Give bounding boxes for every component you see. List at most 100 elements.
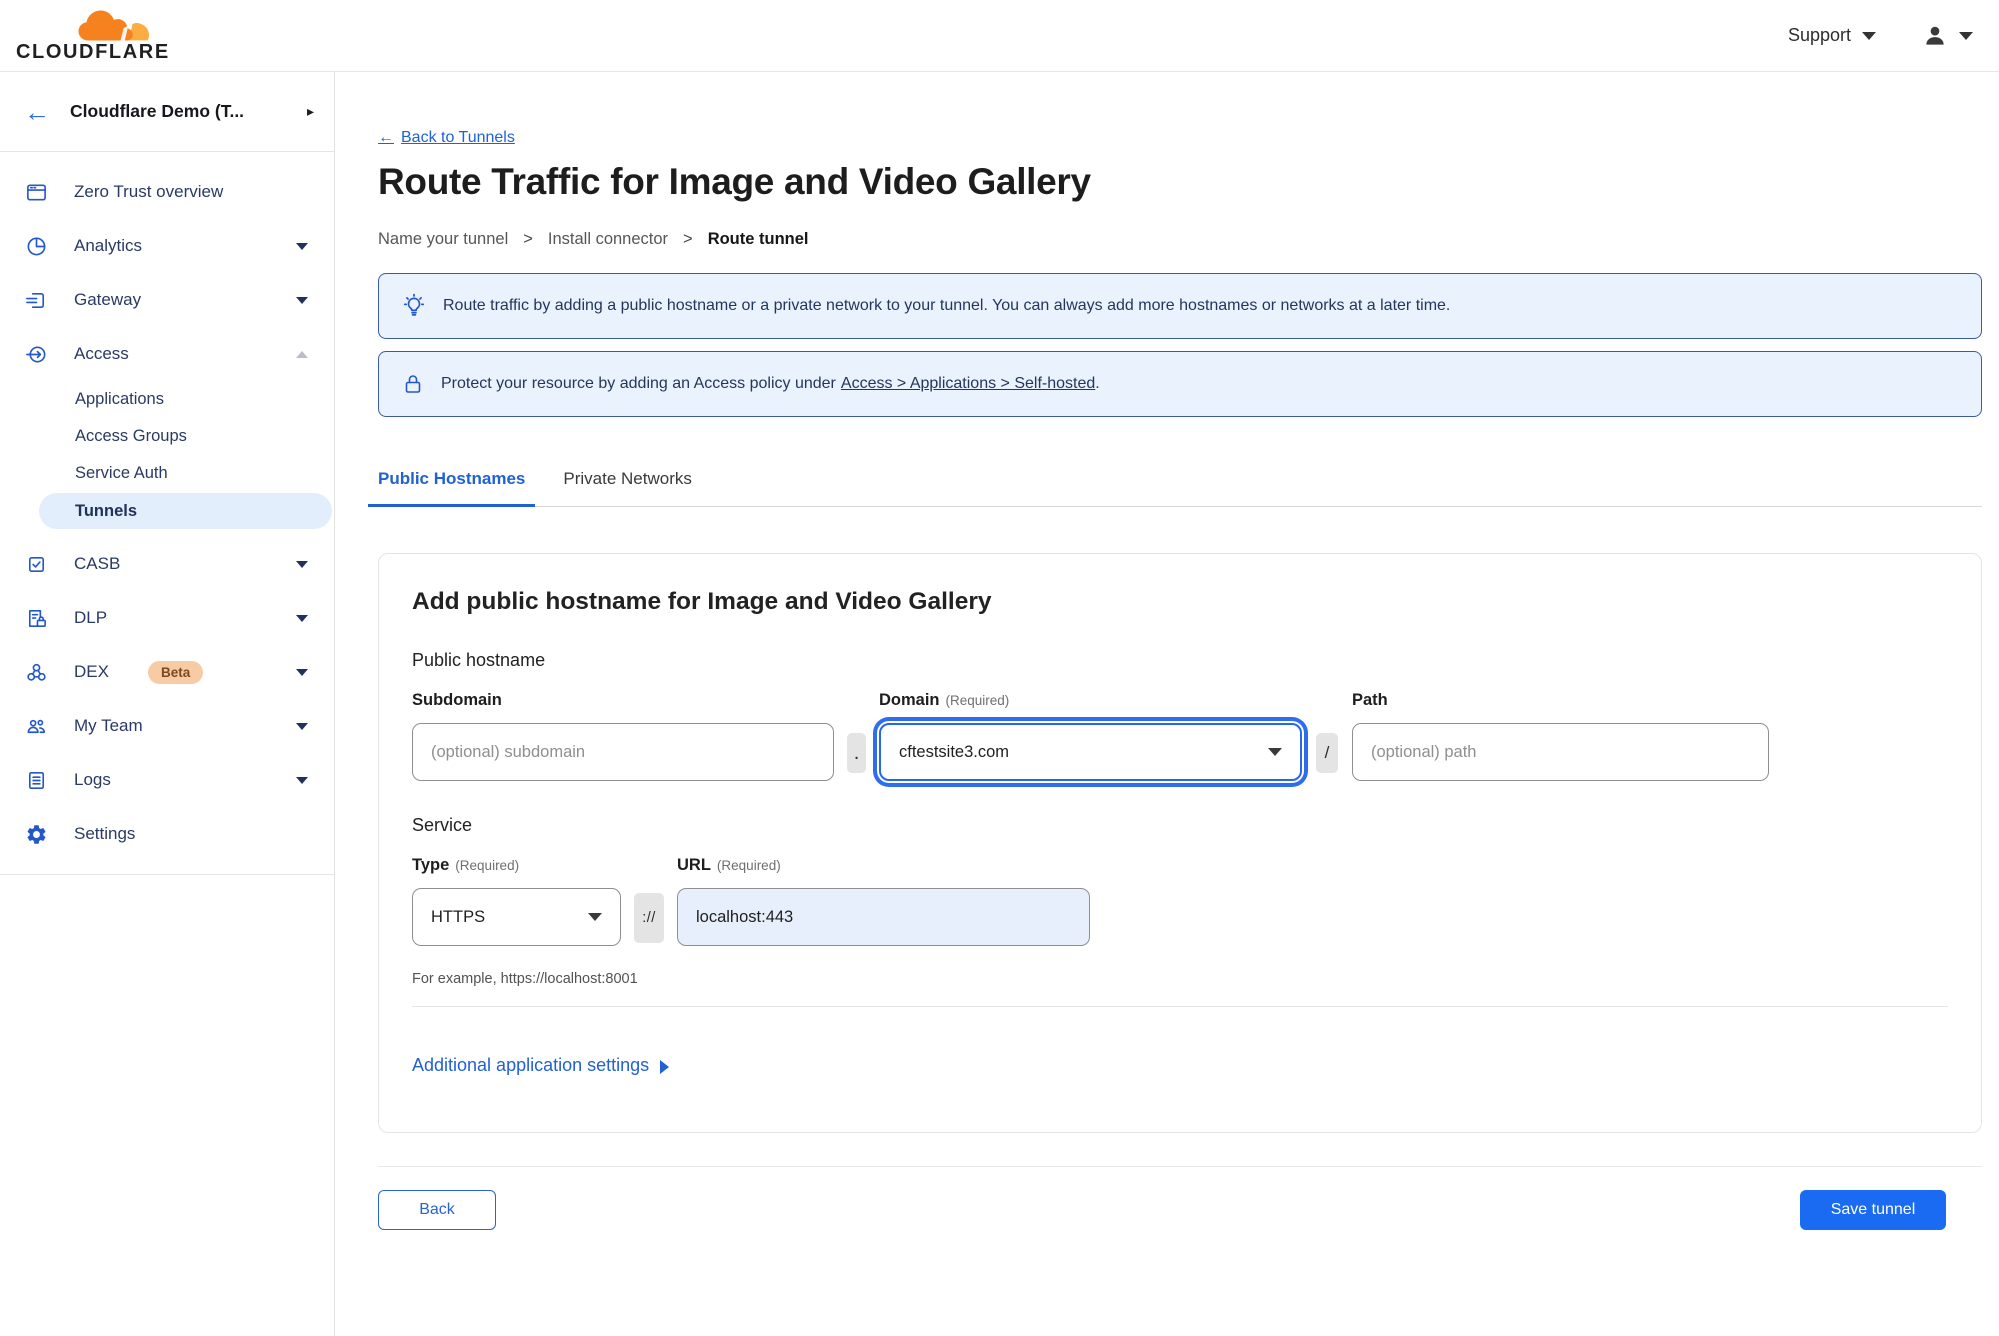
required-hint: (Required) [716,858,781,873]
chevron-down-icon [296,560,308,568]
sidebar-item-zero-trust-overview[interactable]: Zero Trust overview [0,165,334,219]
url-label: URL (Required) [677,856,781,874]
beta-badge: Beta [147,660,204,684]
sidebar: ← Cloudflare Demo (T... ▸ Zero Trust ove… [0,72,335,1336]
sidebar-item-casb[interactable]: CASB [0,537,334,591]
gear-icon [25,823,48,846]
breadcrumb-step-name-tunnel[interactable]: Name your tunnel [378,230,508,249]
team-icon [25,715,48,738]
casb-icon [25,553,48,576]
account-name: Cloudflare Demo (T... [70,101,245,121]
gateway-icon [25,289,48,312]
chevron-down-icon [296,722,308,730]
domain-select[interactable]: cftestsite3.com [879,723,1302,781]
access-policy-banner: Protect your resource by adding an Acces… [378,351,1982,417]
chevron-down-icon [296,614,308,622]
user-menu[interactable] [1922,23,1973,49]
breadcrumb-step-install-connector[interactable]: Install connector [548,230,668,249]
sidebar-divider [0,874,334,875]
sidebar-item-label: Gateway [74,290,142,309]
sidebar-item-service-auth[interactable]: Service Auth [0,455,334,492]
chevron-down-icon [588,913,602,921]
sidebar-item-my-team[interactable]: My Team [0,699,334,753]
path-label: Path [1352,691,1388,709]
access-applications-link[interactable]: Access > Applications > Self-hosted [841,375,1095,392]
subdomain-label: Subdomain [412,691,502,709]
sidebar-item-label: Access Groups [75,427,187,445]
service-section-label: Service [412,815,473,835]
footer-actions: Back Save tunnel [378,1190,1982,1230]
sidebar-item-applications[interactable]: Applications [0,381,334,418]
path-field-group: Path [1352,691,1769,781]
chevron-down-icon [1959,31,1973,40]
sidebar-item-tunnels[interactable]: Tunnels [39,493,332,529]
sidebar-item-access[interactable]: Access [0,327,334,381]
save-tunnel-button[interactable]: Save tunnel [1800,1190,1946,1230]
sidebar-item-label: DLP [74,608,108,627]
sidebar-item-label: Access [74,344,129,363]
service-row: Type (Required) HTTPS :// URL (Required) [412,856,1948,946]
chevron-down-icon [1268,748,1282,756]
breadcrumb-separator: > [523,230,533,248]
tab-public-hostnames[interactable]: Public Hostnames [368,469,536,507]
subdomain-input[interactable] [412,723,834,781]
chevron-up-icon [296,350,308,358]
logs-icon [25,769,48,792]
sidebar-item-logs[interactable]: Logs [0,753,334,807]
service-url-input[interactable] [677,888,1090,946]
breadcrumb-separator: > [683,230,693,248]
hostname-row: Subdomain . Domain(Required) cftestsite3… [412,691,1948,781]
chevron-down-icon [296,242,308,250]
footer-divider [378,1166,1982,1167]
path-input[interactable] [1352,723,1769,781]
back-arrow-icon[interactable]: ← [24,99,50,125]
dlp-icon [25,607,48,630]
chevron-down-icon [296,668,308,676]
sidebar-item-label: Zero Trust overview [74,182,224,201]
back-to-tunnels-link[interactable]: ← Back to Tunnels [378,129,515,147]
cloudflare-logo[interactable]: CLOUDFLARE [0,7,170,64]
scheme-separator: :// [634,893,664,943]
chevron-down-icon [296,296,308,304]
tip-banner-text: Route traffic by adding a public hostnam… [443,297,1451,314]
service-type-select[interactable]: HTTPS [412,888,621,946]
tab-private-networks[interactable]: Private Networks [553,469,701,506]
account-switcher: ← Cloudflare Demo (T... ▸ [0,72,334,152]
chevron-right-icon[interactable]: ▸ [307,103,314,120]
support-label: Support [1787,25,1851,45]
subdomain-field-group: Subdomain [412,691,834,781]
back-button[interactable]: Back [378,1190,496,1230]
required-hint: (Required) [455,858,520,873]
sidebar-nav: Zero Trust overview Analytics Gateway Ac… [0,152,334,875]
chevron-down-icon [296,776,308,784]
sidebar-item-dex[interactable]: DEX Beta [0,645,334,699]
additional-settings-toggle[interactable]: Additional application settings [412,1055,670,1076]
service-type-value: HTTPS [431,907,486,926]
sidebar-item-settings[interactable]: Settings [0,807,334,861]
access-sub-menu: Applications Access Groups Service Auth … [0,381,334,529]
dot-separator: . [847,733,866,773]
sidebar-item-label: Logs [74,770,111,789]
sidebar-item-label: Settings [74,824,136,843]
type-field-group: Type (Required) HTTPS [412,856,621,946]
public-hostname-section-label: Public hostname [412,650,546,670]
main-content: ← Back to Tunnels Route Traffic for Imag… [335,72,1999,1336]
url-example-hint: For example, https://localhost:8001 [412,971,638,987]
domain-field-group: Domain (Required) cftestsite3.com [879,691,1302,781]
chevron-down-icon [1862,31,1876,40]
sidebar-item-label: Applications [75,390,164,408]
cloudflare-logo-text: CLOUDFLARE [16,41,170,63]
user-icon [1926,26,1944,45]
card-divider [412,1006,1948,1007]
support-menu[interactable]: Support [1788,25,1876,46]
sidebar-item-analytics[interactable]: Analytics [0,219,334,273]
dex-icon [25,661,48,684]
sidebar-item-label: Tunnels [75,501,138,520]
sidebar-item-label: DEX [74,662,109,681]
sidebar-item-access-groups[interactable]: Access Groups [0,418,334,455]
sidebar-item-dlp[interactable]: DLP [0,591,334,645]
domain-label: Domain (Required) [879,691,1010,709]
sidebar-item-label: Analytics [74,236,143,255]
sidebar-item-gateway[interactable]: Gateway [0,273,334,327]
expand-arrow-icon [660,1059,670,1074]
